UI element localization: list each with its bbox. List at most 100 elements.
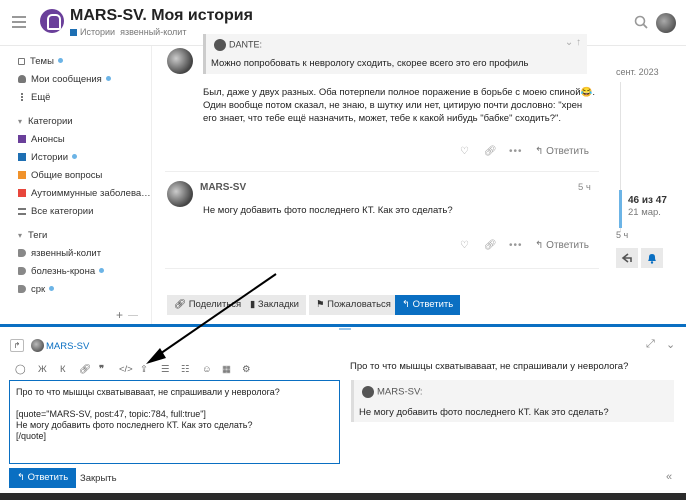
stack-icon [18,58,25,65]
share-button[interactable]: 🔗︎ Поделиться [167,295,249,315]
categories-section-toggle[interactable]: ▾ Категории [18,116,73,127]
numbered-list-icon[interactable]: ☷ [181,364,190,375]
unread-dot [57,58,63,63]
quote-text: Можно попробовать к неврологу сходить, с… [211,58,529,69]
bullet-list-icon[interactable]: ☰ [161,364,170,375]
sidebar-item-my-posts[interactable]: Мои сообщения [18,74,111,85]
sidebar-tag-uc[interactable]: язвенный-колит [18,248,101,259]
category-swatch [18,135,26,143]
like-heart-icon[interactable]: ♡ [460,240,469,251]
breadcrumb-category[interactable]: Истории [80,27,115,37]
category-color-swatch [70,29,77,37]
timeline-end-date[interactable]: 5 ч [616,230,628,240]
blockquote-icon[interactable]: ❞ [99,364,104,375]
sidebar-category-general[interactable]: Общие вопросы [18,170,102,181]
minimize-chevron-icon[interactable]: ⌄ [666,338,675,351]
timeline-start-date[interactable]: сент. 2023 [616,67,659,77]
desktop-edge [0,493,686,500]
preview-quote-text: Не могу добавить фото последнего КТ. Как… [359,407,609,418]
post-author-avatar[interactable] [167,181,193,207]
post-time[interactable]: 5 ч [578,182,591,193]
code-icon[interactable]: </> [119,364,133,375]
post-author-name[interactable]: MARS-SV [200,182,246,193]
hide-preview-icon[interactable]: « [666,471,672,483]
hamburger-menu-icon[interactable] [12,16,26,28]
list-icon [18,208,26,215]
post-divider [165,268,599,269]
reply-icon [621,253,632,263]
sidebar-category-autoimmune[interactable]: Аутоиммунные заболева… [18,188,151,199]
reply-to-avatar [31,339,44,352]
breadcrumb-tag[interactable]: язвенный-колит [120,27,186,37]
post-actions: ♡ 🔗︎ ••• ↰ Ответить [458,240,598,256]
site-logo[interactable] [40,9,64,33]
flag-button[interactable]: ⚑ Пожаловаться [309,295,398,315]
italic-button[interactable]: К [60,364,66,375]
bell-icon [648,254,656,264]
timeline-position: 46 из 47 [628,195,667,206]
quote-header: DANTE: [214,39,262,51]
search-icon[interactable] [634,15,648,29]
preview-quote: MARS-SV: Не могу добавить фото последнег… [351,380,674,422]
composer-resize-grip[interactable] [339,328,351,330]
sidebar-item-topics[interactable]: Темы [18,56,63,67]
fullscreen-icon[interactable]: ⤢ [646,338,655,351]
emoji-icon[interactable]: ☺ [202,364,212,375]
sidebar-all-categories[interactable]: Все категории [18,206,93,217]
post-body: Не могу добавить фото последнего КТ. Как… [203,205,453,216]
quote-expand-icon[interactable]: ⌄ ↑ [565,37,581,48]
reply-button[interactable]: ↰ Ответить [535,240,589,251]
link-icon[interactable]: 🔗︎ [79,364,91,375]
collapse-sidebar-handle[interactable] [128,315,138,316]
post-quote: DANTE: ⌄ ↑ Можно попробовать к неврологу… [203,34,587,74]
sidebar-tag-crohn[interactable]: болезнь-крона [18,266,105,277]
timeline-date: 21 мар. [628,207,661,218]
preview-quote-header: MARS-SV: [362,386,423,398]
timeline-reply-button[interactable] [616,248,638,268]
add-section-icon[interactable]: + [116,308,123,322]
more-actions-icon[interactable]: ••• [509,146,523,157]
preview-text: Про то что мышцы схватываваат, не спраши… [350,361,629,372]
composer-submit-button[interactable]: ↰ Ответить [9,468,77,488]
unread-dot [99,268,105,273]
bold-button[interactable]: Ж [38,364,47,375]
calendar-icon[interactable]: ▦ [222,364,231,375]
post-divider [165,171,599,172]
reply-action-dropdown-icon[interactable]: ↱ [10,339,24,352]
sidebar: Темы Мои сообщения Ещё ▾ Категории Анонсы… [0,46,152,326]
link-icon[interactable]: 🔗︎ [484,146,497,157]
like-heart-icon[interactable]: ♡ [460,146,469,157]
sidebar-item-more[interactable]: Ещё [18,92,50,103]
upload-icon[interactable]: ⇪ [140,364,148,375]
reply-editor-textarea[interactable]: Про то что мышцы схватываваат, не спраши… [9,380,340,464]
unread-dot [72,154,78,159]
notification-bell-button[interactable] [641,248,663,268]
topic-title[interactable]: MARS-SV. Моя история [70,7,253,25]
sidebar-category-stories[interactable]: Истории [18,152,78,163]
post-author-avatar[interactable] [167,48,193,74]
quote-author-avatar [214,39,226,51]
more-actions-icon[interactable]: ••• [509,240,523,251]
topic-reply-button[interactable]: ↰ Ответить [395,295,461,315]
reply-to-user[interactable]: MARS-SV [46,341,89,352]
tags-section-toggle[interactable]: ▾ Теги [18,230,47,241]
tag-icon [18,285,26,293]
gear-icon[interactable]: ⚙ [242,364,251,375]
current-user-avatar[interactable] [656,13,676,33]
quote-bubble-icon[interactable]: ◯ [15,364,26,375]
post-body: Был, даже у двух разных. Оба потерпели п… [203,87,595,124]
bookmark-button[interactable]: ▮ Закладки [243,295,306,315]
link-icon[interactable]: 🔗︎ [484,240,497,251]
composer-close-button[interactable]: Закрыть [80,473,117,484]
category-swatch [18,171,26,179]
preview-quote-avatar [362,386,374,398]
editor-toolbar: ◯ Ж К 🔗︎ ❞ </> ⇪ ☰ ☷ ☺ ▦ ⚙ [9,361,340,381]
reply-button[interactable]: ↰ Ответить [535,146,589,157]
tag-icon [18,267,26,275]
post-actions: ♡ 🔗︎ ••• ↰ Ответить [458,146,598,162]
sidebar-tag-ibs[interactable]: срк [18,284,55,295]
timeline-scroller-handle[interactable] [619,190,622,228]
sidebar-category-announcements[interactable]: Анонсы [18,134,65,145]
tag-icon [18,249,26,257]
chevron-down-icon: ▾ [18,117,23,126]
